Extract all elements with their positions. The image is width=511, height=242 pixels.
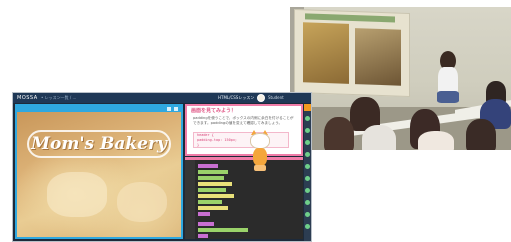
student <box>466 119 496 150</box>
rail-button-icon[interactable] <box>305 200 310 205</box>
code-line <box>198 234 208 238</box>
code-editor[interactable] <box>185 157 303 239</box>
rail-button-icon[interactable] <box>305 128 310 133</box>
projected-slide-title <box>305 13 395 23</box>
rail-button-icon[interactable] <box>305 116 310 121</box>
projected-image-right <box>355 28 401 86</box>
code-line <box>198 176 224 180</box>
presenter-skirt <box>437 91 459 103</box>
lesson-title: 画面を見てみよう！ <box>191 108 237 114</box>
rail-button-icon[interactable] <box>305 152 310 157</box>
code-line <box>198 170 228 174</box>
cat-body <box>253 148 267 166</box>
rail-button-icon[interactable] <box>305 140 310 145</box>
cat-legs <box>254 165 266 171</box>
username[interactable]: Student <box>268 94 284 102</box>
site-title: Mom's Bakery <box>31 134 167 154</box>
code-line <box>198 188 226 192</box>
lesson-panel: 画面を見てみよう！ paddingを使うことで、ボックスの内側に余白を付けること… <box>185 104 303 156</box>
code-line <box>198 212 210 216</box>
rail-tab-icon[interactable] <box>304 104 311 111</box>
code-line <box>198 200 222 204</box>
avatar-icon[interactable] <box>257 94 265 102</box>
rail-button-icon[interactable] <box>305 224 310 229</box>
bread-image <box>117 182 167 222</box>
projected-image-left <box>303 22 349 84</box>
code-line <box>198 206 228 210</box>
refresh-icon[interactable] <box>167 107 171 111</box>
preview-website: Mom's Bakery <box>17 112 181 237</box>
code-sample-line: } <box>197 143 200 147</box>
app-logo[interactable]: MOSSA <box>17 94 38 102</box>
side-toolbar <box>304 104 311 241</box>
code-line <box>198 182 232 186</box>
code-line <box>198 222 214 226</box>
student <box>418 131 454 150</box>
breadcrumb[interactable]: • レッスン一覧 / ... <box>41 94 76 102</box>
classroom-photo <box>290 7 511 150</box>
app-screenshot: MOSSA • レッスン一覧 / ... HTML/CSSレッスン Studen… <box>12 92 312 242</box>
line-number-gutter <box>185 160 195 239</box>
lesson-instructions: paddingを使うことで、ボックスの内側に余白を付けることができます。padd… <box>193 116 294 125</box>
lesson-name: HTML/CSSレッスン <box>218 95 255 100</box>
cat-mascot <box>249 130 271 175</box>
rail-button-icon[interactable] <box>305 176 310 181</box>
rail-button-icon[interactable] <box>305 188 310 193</box>
code-line <box>198 194 234 198</box>
bread-image <box>47 172 107 217</box>
code-line <box>198 228 248 232</box>
top-navigation-bar: MOSSA • レッスン一覧 / ... HTML/CSSレッスン Studen… <box>13 93 311 103</box>
student <box>324 117 354 150</box>
rail-button-icon[interactable] <box>305 164 310 169</box>
rail-button-icon[interactable] <box>305 212 310 217</box>
cat-head <box>250 133 270 149</box>
code-sample: header { padding-top: 150px; } <box>193 132 289 148</box>
preview-pane: Mom's Bakery <box>15 104 183 239</box>
student <box>362 125 396 150</box>
code-line <box>198 164 218 168</box>
expand-icon[interactable] <box>174 107 178 111</box>
projector-screen <box>294 8 410 98</box>
